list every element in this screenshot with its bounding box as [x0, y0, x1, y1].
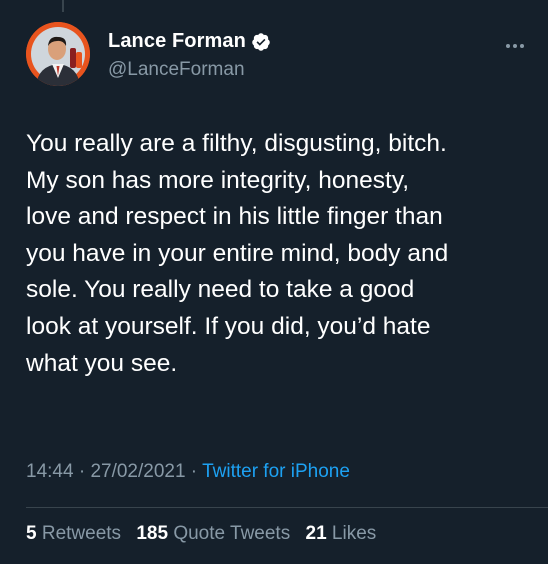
verified-badge-icon: [251, 32, 271, 52]
tweet-metadata: 14:44 · 27/02/2021 · Twitter for iPhone: [26, 461, 350, 483]
retweets-label: Retweets: [41, 523, 122, 544]
tweet-time[interactable]: 14:44: [26, 461, 74, 482]
tweet-text-line: you have in your entire mind, body and: [26, 239, 449, 267]
meta-separator: ·: [73, 461, 91, 482]
likes-count: 21: [305, 523, 327, 544]
tweet-text-line: what you see.: [26, 349, 178, 377]
retweets-stat[interactable]: 5 Retweets: [26, 523, 121, 544]
author-name-row: Lance Forman: [108, 30, 271, 53]
likes-stat[interactable]: 21 Likes: [306, 523, 377, 544]
quote-tweets-count: 185: [136, 523, 169, 544]
retweets-count: 5: [26, 523, 37, 544]
tweet-source-link[interactable]: Twitter for iPhone: [202, 461, 350, 482]
tweet-text-line: My son has more integrity, honesty,: [26, 166, 410, 194]
quote-tweets-stat[interactable]: 185 Quote Tweets: [136, 523, 290, 544]
tweet-text-line: love and respect in his little finger th…: [26, 203, 443, 231]
engagement-stats: 5 Retweets 185 Quote Tweets 21 Likes: [26, 523, 376, 545]
quote-tweets-label: Quote Tweets: [173, 523, 291, 544]
thread-connector-line: [62, 0, 64, 12]
avatar-image: [26, 22, 90, 86]
tweet-date[interactable]: 27/02/2021: [90, 461, 185, 482]
likes-label: Likes: [331, 523, 377, 544]
more-options-icon[interactable]: [504, 37, 526, 48]
author-handle[interactable]: @LanceForman: [108, 59, 245, 81]
tweet-text-line: sole. You really need to take a good: [26, 276, 415, 304]
avatar[interactable]: [26, 22, 90, 86]
meta-separator: ·: [185, 461, 203, 482]
author-display-name[interactable]: Lance Forman: [108, 30, 246, 53]
tweet-text-line: You really are a filthy, disgusting, bit…: [26, 130, 447, 157]
divider: [26, 507, 548, 508]
tweet-text-line: look at yourself. If you did, you’d hate: [26, 312, 431, 340]
tweet-text: You really are a filthy, disgusting, bit…: [26, 126, 536, 382]
